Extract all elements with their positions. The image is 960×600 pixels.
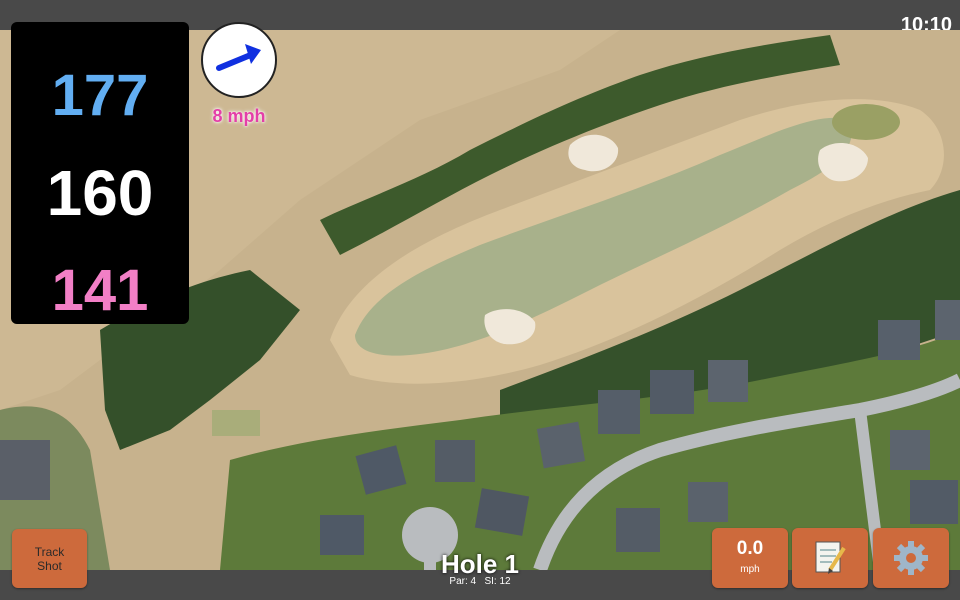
- track-shot-button[interactable]: Track Shot: [12, 529, 87, 588]
- house: [688, 482, 728, 522]
- hole-info: Par: 4 SI: 12: [400, 576, 560, 587]
- tee-box: [212, 410, 260, 436]
- gear-icon: [894, 541, 928, 575]
- house: [0, 440, 50, 500]
- house: [435, 440, 475, 482]
- house: [878, 320, 920, 360]
- distance-panel: 177 160 141: [11, 22, 189, 324]
- house: [650, 370, 694, 414]
- back-distance: 177: [51, 63, 149, 128]
- house: [935, 300, 960, 340]
- notepad-icon: [815, 541, 846, 574]
- house: [890, 430, 930, 470]
- speed-unit: mph: [740, 564, 760, 575]
- settings-button[interactable]: [873, 528, 949, 588]
- track-shot-label-line2: Shot: [37, 559, 62, 573]
- middle-distance: 160: [46, 157, 154, 229]
- house: [616, 508, 660, 552]
- wind-speed: 8 mph: [212, 106, 266, 126]
- notes-button[interactable]: [792, 528, 868, 588]
- speed-button[interactable]: 0.0 mph: [712, 528, 788, 588]
- track-shot-label-line1: Track: [34, 545, 65, 559]
- wind-indicator: [201, 22, 277, 98]
- house: [598, 390, 640, 434]
- house: [474, 488, 530, 536]
- house: [910, 480, 958, 524]
- hole-par: Par: 4: [449, 576, 477, 587]
- front-distance: 141: [51, 258, 149, 323]
- house: [708, 360, 748, 402]
- house: [536, 421, 586, 469]
- speed-value: 0.0: [736, 538, 764, 559]
- putting-green: [832, 104, 900, 140]
- house: [320, 515, 364, 555]
- wind-direction-arrow-icon: [216, 44, 261, 71]
- hole-stroke-index: SI: 12: [484, 576, 511, 587]
